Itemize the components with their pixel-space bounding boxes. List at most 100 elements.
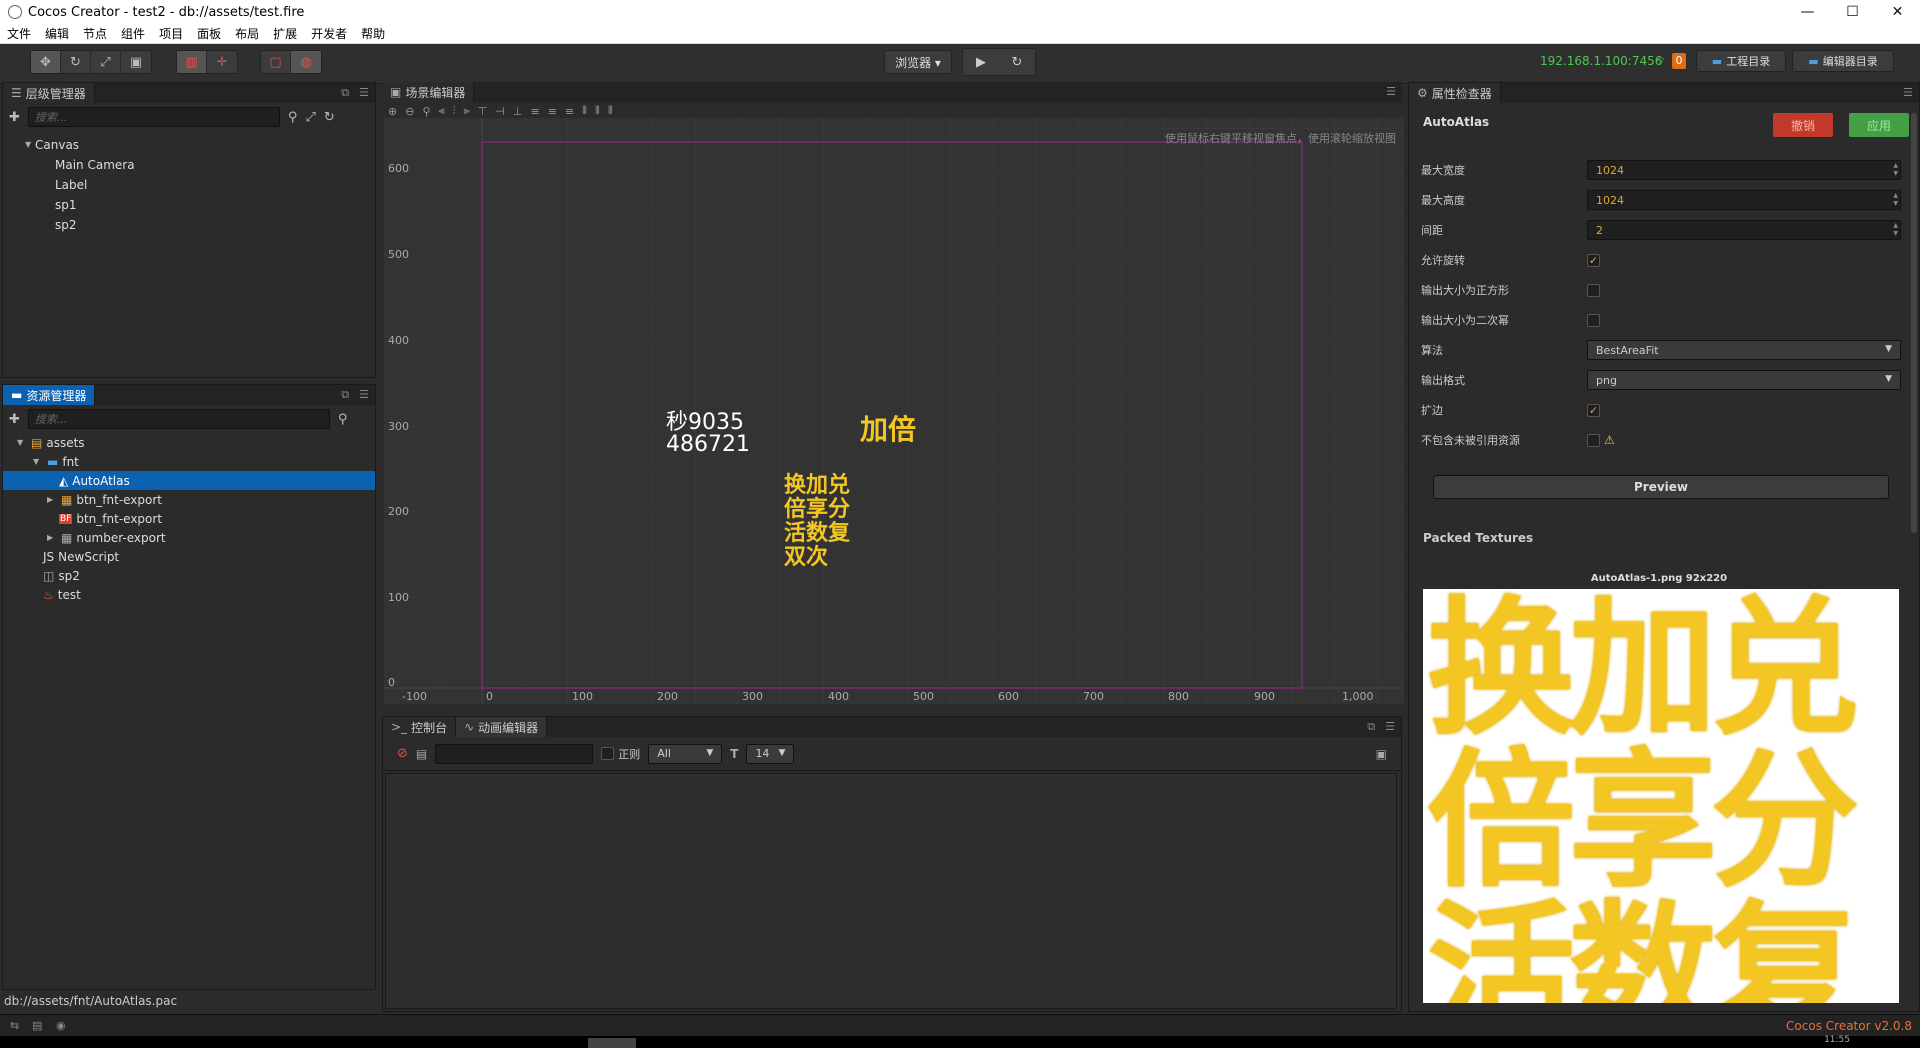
play-button[interactable]: ▶ <box>963 49 999 75</box>
preview-frame-icon[interactable]: ▢ <box>261 51 291 73</box>
asset-newscript[interactable]: JS NewScript <box>43 547 119 566</box>
caret-down-icon[interactable]: ▼ <box>33 457 43 466</box>
spinner-icon[interactable]: ▲ ▼ <box>1893 222 1898 238</box>
menu-panel[interactable]: 面板 <box>190 25 228 42</box>
collapse-icon[interactable]: ▣ <box>1376 747 1387 761</box>
preview-button[interactable]: Preview <box>1433 475 1889 499</box>
tree-node-canvas[interactable]: ▼ Canvas <box>25 135 79 154</box>
hierarchy-search-input[interactable]: 搜索... <box>27 107 280 127</box>
pot-checkbox[interactable] <box>1587 313 1600 327</box>
menu-icon[interactable]: ☰ <box>1386 85 1396 98</box>
zoom-in-icon[interactable]: ⊕ <box>388 105 397 118</box>
refresh-icon[interactable]: ↻ <box>324 110 335 125</box>
max-width-input[interactable]: 1024 ▲ ▼ <box>1587 160 1901 180</box>
preview-ip[interactable]: 192.168.1.100:7456 <box>1540 54 1662 68</box>
asset-fnt-folder[interactable]: ▼ ▬ fnt <box>33 452 79 471</box>
align-right-icon[interactable]: ⫸ <box>463 104 469 118</box>
menu-layout[interactable]: 布局 <box>228 25 266 42</box>
padding-input[interactable]: 2 ▲ ▼ <box>1587 220 1901 240</box>
align-left-icon[interactable]: ⫷ <box>439 104 445 118</box>
tab-hierarchy[interactable]: ☰ 层级管理器 <box>3 83 95 103</box>
caret-down-icon[interactable]: ▼ <box>17 438 27 447</box>
assets-search-input[interactable]: 搜索... <box>27 409 330 429</box>
regex-checkbox[interactable] <box>601 747 615 760</box>
tab-animation[interactable]: ∿ 动画编辑器 <box>456 717 548 737</box>
asset-btn-fnt-export-bmfont[interactable]: BF btn_fnt-export <box>59 509 162 528</box>
tab-inspector[interactable]: ⚙ 属性检查器 <box>1409 83 1501 103</box>
zoom-reset-icon[interactable]: ⚲ <box>422 105 430 118</box>
menu-edit[interactable]: 编辑 <box>38 25 76 42</box>
trash-icon[interactable]: ▤ <box>32 1019 42 1032</box>
asset-number-export[interactable]: ▶ ▦ number-export <box>47 528 166 547</box>
asset-assets[interactable]: ▼ ▤ assets <box>17 433 85 452</box>
zoom-out-icon[interactable]: ⊖ <box>405 105 414 118</box>
tab-assets[interactable]: ▬ 资源管理器 <box>3 385 96 405</box>
extrude-checkbox[interactable]: ✓ <box>1587 403 1600 417</box>
menu-extension[interactable]: 扩展 <box>266 25 304 42</box>
unused-checkbox[interactable] <box>1587 433 1600 447</box>
scale-tool-icon[interactable]: ⤢ <box>91 51 121 73</box>
expand-icon[interactable]: ⤢ <box>305 110 315 125</box>
taskbar-item[interactable] <box>588 1038 636 1048</box>
console-filter-input[interactable] <box>435 743 594 764</box>
scene-viewport[interactable]: 使用鼠标右键平移视窗焦点，使用滚轮缩放视图 600 500 400 300 20… <box>384 118 1404 704</box>
caret-right-icon[interactable]: ▶ <box>47 533 57 542</box>
spinner-icon[interactable]: ▲ ▼ <box>1893 162 1898 178</box>
menu-node[interactable]: 节点 <box>76 25 114 42</box>
search-icon[interactable]: ⚲ <box>288 110 298 125</box>
refresh-button[interactable]: ↻ <box>999 49 1035 75</box>
asset-btn-fnt-export-folder[interactable]: ▶ ▦ btn_fnt-export <box>47 490 162 509</box>
menu-icon[interactable]: ☰ <box>1903 86 1913 99</box>
close-button[interactable]: ✕ <box>1875 0 1920 24</box>
popout-icon[interactable]: ⧉ <box>341 388 349 402</box>
algorithm-select[interactable]: BestAreaFit ▼ <box>1587 340 1901 360</box>
popout-icon[interactable]: ⧉ <box>341 86 349 100</box>
log-level-select[interactable]: All ▼ <box>648 743 723 764</box>
scene-label-chinese[interactable]: 换加兑 倍享分 活数复 双次 <box>784 474 850 570</box>
minimize-button[interactable]: — <box>1785 0 1830 24</box>
editor-dir-button[interactable]: ▬ 编辑器目录 <box>1792 50 1894 72</box>
asset-test-scene[interactable]: ♨ test <box>43 585 81 604</box>
rotate-tool-icon[interactable]: ↻ <box>61 51 91 73</box>
pivot-global-icon[interactable]: ✛ <box>207 51 237 73</box>
menu-file[interactable]: 文件 <box>0 25 38 42</box>
spinner-icon[interactable]: ▲ ▼ <box>1893 192 1898 208</box>
rect-tool-icon[interactable]: ▣ <box>121 51 151 73</box>
align-vcenter-icon[interactable]: ⊣ <box>495 105 505 118</box>
preview-platform-select[interactable]: 浏览器 ▾ <box>884 50 952 74</box>
notification-badge[interactable]: 0 <box>1672 53 1686 69</box>
move-tool-icon[interactable]: ✥ <box>31 51 61 73</box>
scene-label-numbers[interactable]: 秒9035 486721 <box>666 412 750 456</box>
eye-icon[interactable]: ◉ <box>56 1019 66 1032</box>
tree-node-sp2[interactable]: sp2 <box>55 215 77 234</box>
maximize-button[interactable]: ☐ <box>1830 0 1875 24</box>
square-checkbox[interactable] <box>1587 283 1600 297</box>
add-node-icon[interactable]: ✚ <box>9 110 20 125</box>
tree-node-sp1[interactable]: sp1 <box>55 195 77 214</box>
clear-icon[interactable]: ⊘ <box>397 746 408 761</box>
tab-scene[interactable]: ▣ 场景编辑器 <box>382 82 475 102</box>
scene-label-jiabei[interactable]: 加倍 <box>860 408 916 448</box>
distribute-hcenter-icon[interactable]: ⦀ <box>595 104 600 118</box>
add-asset-icon[interactable]: ✚ <box>9 412 20 427</box>
caret-right-icon[interactable]: ▶ <box>47 495 57 504</box>
distribute-bottom-icon[interactable]: ≡ <box>565 105 574 118</box>
popout-icon[interactable]: ⧉ <box>1367 720 1375 734</box>
menu-project[interactable]: 项目 <box>152 25 190 42</box>
allow-rotation-checkbox[interactable]: ✓ <box>1587 253 1600 267</box>
distribute-vcenter-icon[interactable]: ≡ <box>548 105 557 118</box>
distribute-right-icon[interactable]: ⦀ <box>608 104 613 118</box>
font-size-select[interactable]: 14 ▼ <box>746 743 795 764</box>
menu-icon[interactable]: ☰ <box>359 388 369 402</box>
project-dir-button[interactable]: ▬ 工程目录 <box>1696 50 1786 72</box>
menu-component[interactable]: 组件 <box>114 25 152 42</box>
distribute-top-icon[interactable]: ≡ <box>530 105 539 118</box>
menu-icon[interactable]: ☰ <box>359 86 369 100</box>
log-file-icon[interactable]: ▤ <box>416 747 427 761</box>
tab-console[interactable]: >_ 控制台 <box>383 717 457 737</box>
menu-icon[interactable]: ☰ <box>1385 720 1395 734</box>
caret-down-icon[interactable]: ▼ <box>25 140 35 149</box>
sync-icon[interactable]: ⇆ <box>10 1019 19 1032</box>
align-top-icon[interactable]: ⊤ <box>478 105 488 118</box>
menu-developer[interactable]: 开发者 <box>304 25 354 42</box>
